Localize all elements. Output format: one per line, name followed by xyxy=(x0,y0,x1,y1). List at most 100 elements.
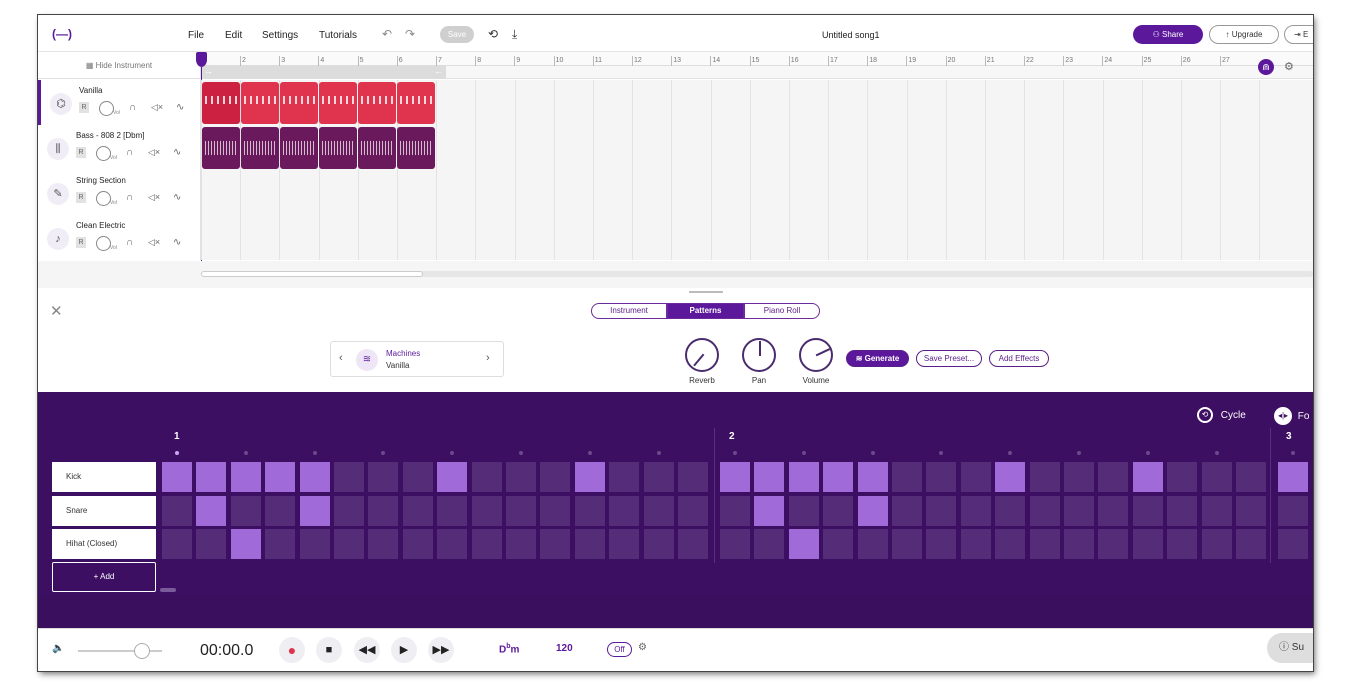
audio-clip[interactable] xyxy=(358,127,396,169)
playhead[interactable] xyxy=(196,52,207,67)
step-cell[interactable] xyxy=(720,495,750,526)
step-cell[interactable] xyxy=(299,495,330,526)
play-button[interactable]: ▶ xyxy=(391,637,417,663)
step-cell[interactable] xyxy=(506,462,536,492)
step-cell[interactable] xyxy=(1029,529,1060,559)
step-cell[interactable] xyxy=(892,462,922,492)
track-name[interactable]: Clean Electric xyxy=(76,221,125,230)
step-cell[interactable] xyxy=(437,462,468,492)
step-cell[interactable] xyxy=(265,462,296,492)
pattern-clip[interactable] xyxy=(358,82,396,124)
step-cell[interactable] xyxy=(1132,462,1163,492)
step-cell[interactable] xyxy=(754,462,785,492)
audio-clip[interactable] xyxy=(280,127,318,169)
generate-button[interactable]: ≋ Generate xyxy=(846,350,909,367)
step-cell[interactable] xyxy=(437,495,468,526)
step-cell[interactable] xyxy=(960,495,991,526)
support-button[interactable]: ⓘ Su xyxy=(1267,633,1313,663)
audio-clip[interactable] xyxy=(241,127,279,169)
step-cell[interactable] xyxy=(437,529,468,559)
add-row-button[interactable]: + Add xyxy=(52,562,156,592)
metronome-badge-icon[interactable]: ⋒ xyxy=(1258,59,1274,75)
step-cell[interactable] xyxy=(643,495,674,526)
track-header[interactable]: ⫼ Bass - 808 2 [Dbm] R Vol ∩ ◁× ∿ xyxy=(38,125,201,170)
master-volume-thumb[interactable] xyxy=(134,643,150,659)
close-icon[interactable]: ✕ xyxy=(50,302,63,320)
step-cell[interactable] xyxy=(1098,462,1129,492)
metronome-settings-icon[interactable]: ⚙ xyxy=(638,642,647,653)
step-cell[interactable] xyxy=(1167,529,1198,559)
headphones-icon[interactable]: ∩ xyxy=(126,192,133,203)
master-volume-slider[interactable] xyxy=(78,643,162,659)
track-lane[interactable] xyxy=(201,80,1313,125)
record-arm-button[interactable]: R xyxy=(76,147,86,158)
step-cell[interactable] xyxy=(995,529,1026,559)
step-cell[interactable] xyxy=(506,529,536,559)
tempo-display[interactable]: 120 xyxy=(556,643,573,654)
step-cell[interactable] xyxy=(1064,462,1094,492)
step-cell[interactable] xyxy=(368,462,399,492)
save-button[interactable]: Save xyxy=(440,26,474,43)
step-cell[interactable] xyxy=(788,462,819,492)
add-effects-button[interactable]: Add Effects xyxy=(989,350,1049,367)
timeline-ruler[interactable]: 2 3 4 5 6 7 8 9 10 11 12 13 14 15 16 17 18 19 20 21 22 23 24 25… xyxy=(201,52,1313,66)
step-cell[interactable] xyxy=(892,529,922,559)
step-cell[interactable] xyxy=(1201,529,1232,559)
menu-settings[interactable]: Settings xyxy=(262,30,298,41)
headphones-icon[interactable]: ∩ xyxy=(129,102,136,113)
step-cell[interactable] xyxy=(540,462,571,492)
mute-icon[interactable]: ◁× xyxy=(148,147,160,158)
step-cell[interactable] xyxy=(1098,495,1129,526)
step-cell[interactable] xyxy=(1132,529,1163,559)
step-cell[interactable] xyxy=(1278,462,1308,492)
step-cell[interactable] xyxy=(196,495,227,526)
record-button[interactable]: ● xyxy=(279,637,305,663)
mute-icon[interactable]: ◁× xyxy=(151,102,163,113)
headphones-icon[interactable]: ∩ xyxy=(126,147,133,158)
step-cell[interactable] xyxy=(1029,495,1060,526)
headphones-icon[interactable]: ∩ xyxy=(126,237,133,248)
step-cell[interactable] xyxy=(754,495,785,526)
step-cell[interactable] xyxy=(857,462,888,492)
track-header[interactable]: ⌬ Vanilla R Vol ∩ ◁× ∿ xyxy=(38,80,201,125)
step-cell[interactable] xyxy=(368,529,399,559)
step-cell[interactable] xyxy=(1064,529,1094,559)
tab-instrument[interactable]: Instrument xyxy=(591,303,667,319)
step-cell[interactable] xyxy=(299,529,330,559)
metronome-toggle[interactable]: Off xyxy=(607,642,632,657)
step-cell[interactable] xyxy=(574,462,605,492)
menu-tutorials[interactable]: Tutorials xyxy=(319,30,357,41)
track-volume-knob[interactable]: Vol xyxy=(96,191,117,206)
step-cell[interactable] xyxy=(823,495,854,526)
record-arm-button[interactable]: R xyxy=(76,237,86,248)
pattern-clip[interactable] xyxy=(319,82,357,124)
step-cell[interactable] xyxy=(609,529,640,559)
step-cell[interactable] xyxy=(334,529,364,559)
fast-forward-button[interactable]: ▶▶ xyxy=(428,637,454,663)
track-lane[interactable] xyxy=(201,170,1313,215)
step-cell[interactable] xyxy=(960,462,991,492)
pattern-clip[interactable] xyxy=(280,82,318,124)
step-cell[interactable] xyxy=(1132,495,1163,526)
effects-icon[interactable]: ∿ xyxy=(176,102,184,113)
speaker-icon[interactable]: 🔈 xyxy=(52,643,64,654)
step-cell[interactable] xyxy=(823,462,854,492)
step-cell[interactable] xyxy=(1167,462,1198,492)
step-cell[interactable] xyxy=(265,495,296,526)
step-cell[interactable] xyxy=(643,462,674,492)
step-cell[interactable] xyxy=(1201,495,1232,526)
menu-edit[interactable]: Edit xyxy=(225,30,242,41)
step-cell[interactable] xyxy=(1064,495,1094,526)
step-cell[interactable] xyxy=(196,529,227,559)
undo-icon[interactable]: ↶ xyxy=(382,27,392,41)
rewind-button[interactable]: ◀◀ xyxy=(354,637,380,663)
effects-icon[interactable]: ∿ xyxy=(173,237,181,248)
track-volume-knob[interactable]: Vol xyxy=(96,236,117,251)
step-cell[interactable] xyxy=(402,495,433,526)
step-cell[interactable] xyxy=(678,495,708,526)
step-cell[interactable] xyxy=(720,462,750,492)
effects-icon[interactable]: ∿ xyxy=(173,192,181,203)
loop-end-icon[interactable]: ← xyxy=(434,66,443,76)
audio-clip[interactable] xyxy=(397,127,435,169)
loop-region[interactable]: → ← xyxy=(201,66,446,79)
